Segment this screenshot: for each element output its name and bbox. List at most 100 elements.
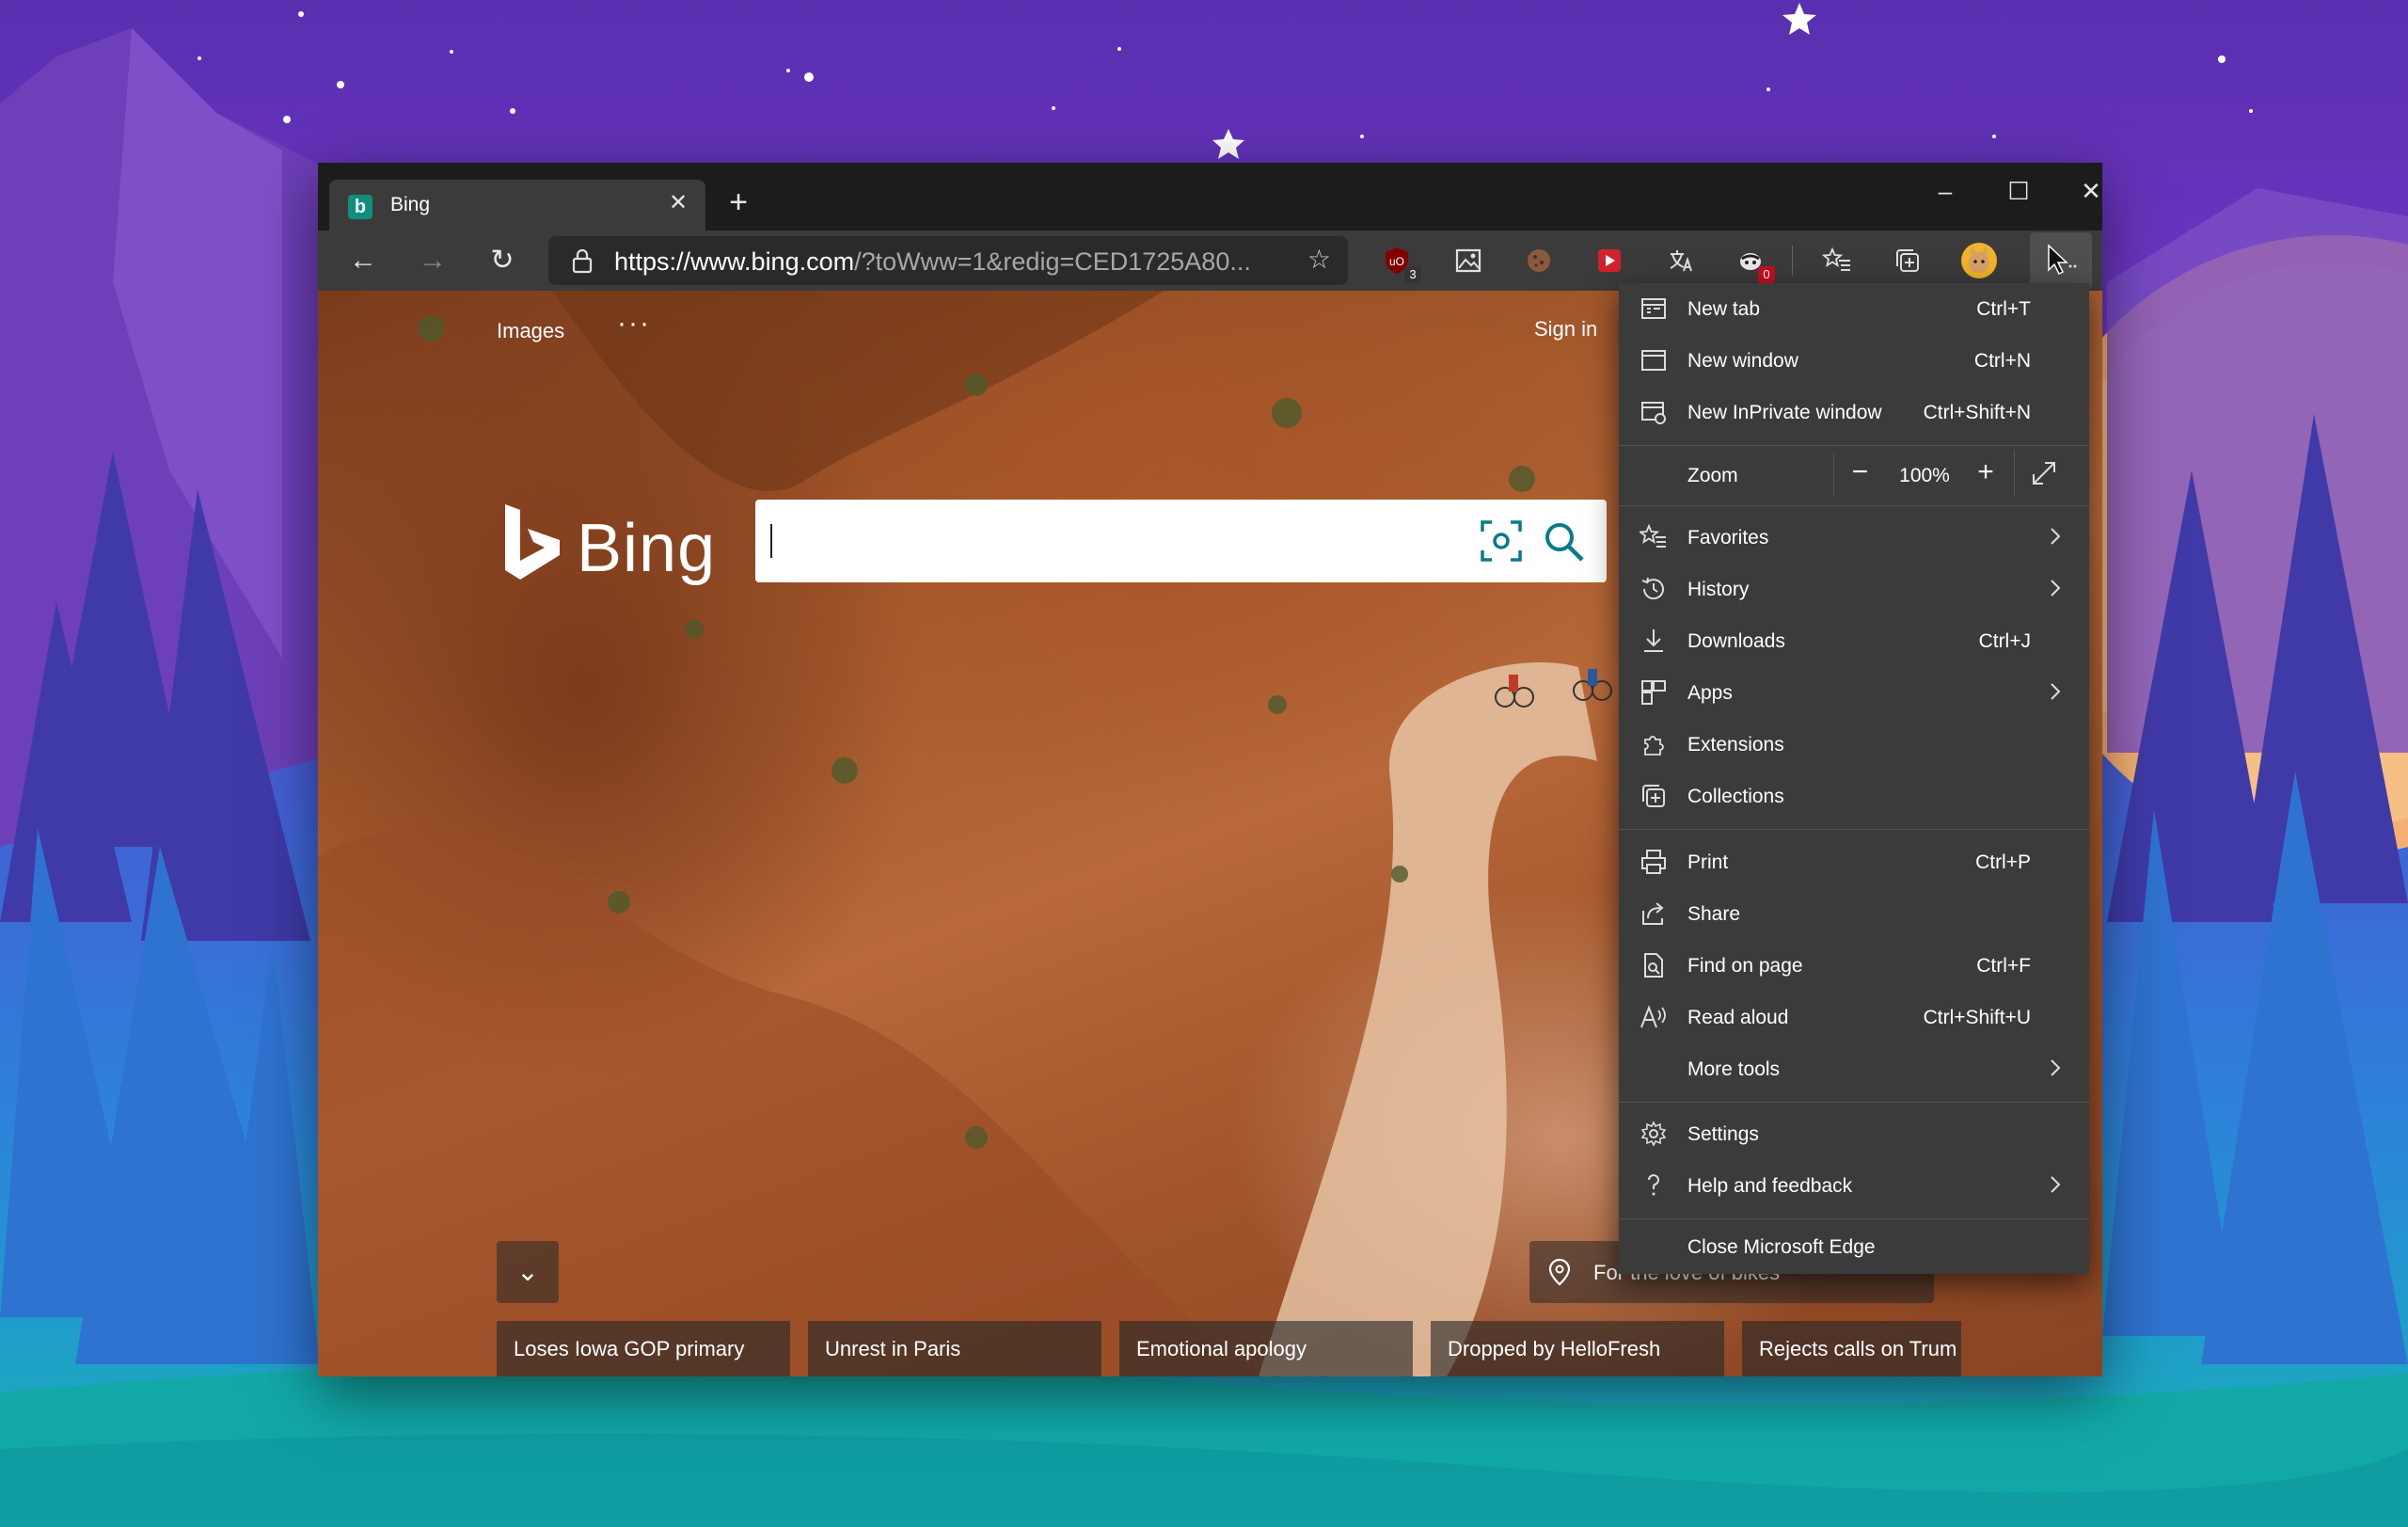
cookie-icon[interactable] bbox=[1520, 242, 1558, 279]
address-bar[interactable]: https://www.bing.com/?toWww=1&redig=CED1… bbox=[548, 236, 1348, 285]
menu-label: Settings bbox=[1687, 1123, 1759, 1145]
profile-avatar[interactable] bbox=[1960, 242, 1998, 279]
fullscreen-button[interactable] bbox=[2014, 450, 2070, 497]
zoom-out-button[interactable]: − bbox=[1833, 453, 1886, 495]
ublock-origin-icon[interactable]: uO 3 bbox=[1378, 242, 1421, 283]
menu-label: Share bbox=[1687, 903, 1741, 925]
menu-shortcut: Ctrl+F bbox=[1976, 955, 2031, 977]
read-aloud-icon bbox=[1640, 1005, 1666, 1028]
forward-icon[interactable]: → bbox=[410, 238, 455, 283]
menu-shortcut: Ctrl+T bbox=[1976, 298, 2031, 320]
chevron-right-icon bbox=[2051, 580, 2061, 596]
settings-menu: New tab Ctrl+T New window Ctrl+N New InP… bbox=[1619, 283, 2089, 1274]
refresh-icon[interactable]: ↻ bbox=[480, 238, 525, 283]
menu-item-apps[interactable]: Apps bbox=[1619, 667, 2089, 719]
toolbar-divider bbox=[1792, 246, 1793, 276]
zoom-level: 100% bbox=[1899, 465, 1950, 486]
find-on-page-icon bbox=[1644, 953, 1663, 978]
tab-close-icon[interactable]: ✕ bbox=[664, 189, 692, 217]
bing-favicon-icon: b bbox=[348, 195, 372, 219]
privacy-badger-icon[interactable]: 0 bbox=[1732, 242, 1775, 283]
menu-label: New InPrivate window bbox=[1687, 402, 1882, 423]
back-icon[interactable]: ← bbox=[341, 238, 386, 283]
menu-label: More tools bbox=[1687, 1058, 1781, 1080]
location-pin-icon bbox=[1548, 1258, 1571, 1286]
nav-more-icon[interactable]: ··· bbox=[617, 308, 651, 340]
menu-label: Apps bbox=[1687, 682, 1733, 704]
new-tab-button[interactable]: + bbox=[718, 183, 759, 225]
title-bar: b Bing ✕ + – ☐ ✕ bbox=[318, 163, 2102, 231]
lock-icon bbox=[572, 248, 593, 274]
extensions-icon bbox=[1644, 736, 1664, 756]
menu-label: Help and feedback bbox=[1687, 1175, 1853, 1197]
menu-label: Extensions bbox=[1687, 734, 1784, 756]
bing-b-logo-icon bbox=[505, 504, 560, 580]
menu-label: Print bbox=[1687, 851, 1729, 873]
nav-images-link[interactable]: Images bbox=[497, 319, 564, 343]
menu-item-find-on-page[interactable]: Find on page Ctrl+F bbox=[1619, 940, 2089, 992]
menu-item-close-edge[interactable]: Close Microsoft Edge bbox=[1619, 1221, 2089, 1273]
text-caret bbox=[770, 524, 772, 558]
chevron-down-icon: ⌄ bbox=[516, 1257, 539, 1286]
close-window-icon[interactable]: ✕ bbox=[2063, 172, 2102, 210]
menu-item-new-window[interactable]: New window Ctrl+N bbox=[1619, 335, 2089, 387]
red-play-icon[interactable] bbox=[1591, 242, 1628, 279]
menu-divider bbox=[1619, 505, 2089, 506]
menu-item-help-feedback[interactable]: Help and feedback bbox=[1619, 1160, 2089, 1212]
news-item[interactable]: Loses Iowa GOP primary bbox=[497, 1321, 790, 1376]
url-text: https://www.bing.com/?toWww=1&redig=CED1… bbox=[614, 247, 1251, 277]
help-icon bbox=[1648, 1174, 1659, 1196]
menu-item-share[interactable]: Share bbox=[1619, 888, 2089, 940]
menu-item-new-inprivate[interactable]: New InPrivate window Ctrl+Shift+N bbox=[1619, 387, 2089, 438]
collections-icon[interactable] bbox=[1889, 242, 1926, 279]
sign-in-link[interactable]: Sign in bbox=[1534, 317, 1597, 342]
url-host: https://www.bing.com bbox=[614, 247, 855, 276]
tab-bing[interactable]: b Bing ✕ bbox=[329, 180, 705, 231]
svg-text:uO: uO bbox=[1389, 255, 1404, 268]
menu-item-print[interactable]: Print Ctrl+P bbox=[1619, 836, 2089, 888]
minimize-icon[interactable]: – bbox=[1917, 172, 1973, 210]
menu-label: History bbox=[1687, 579, 1750, 600]
menu-item-history[interactable]: History bbox=[1619, 564, 2089, 615]
favorite-star-icon[interactable]: ☆ bbox=[1307, 244, 1331, 275]
news-item[interactable]: Emotional apology bbox=[1119, 1321, 1413, 1376]
menu-item-read-aloud[interactable]: Read aloud Ctrl+Shift+U bbox=[1619, 992, 2089, 1043]
ublock-badge: 3 bbox=[1404, 266, 1421, 283]
menu-item-collections[interactable]: Collections bbox=[1619, 771, 2089, 822]
image-tool-icon[interactable] bbox=[1450, 242, 1487, 279]
menu-item-more-tools[interactable]: More tools bbox=[1619, 1043, 2089, 1095]
favorites-icon bbox=[1640, 523, 1666, 548]
news-item[interactable]: Unrest in Paris bbox=[808, 1321, 1101, 1376]
news-item[interactable]: Rejects calls on Trum bbox=[1742, 1321, 1961, 1376]
menu-item-settings[interactable]: Settings bbox=[1619, 1108, 2089, 1160]
search-icon[interactable] bbox=[1541, 518, 1586, 564]
settings-and-more-button[interactable] bbox=[2030, 232, 2092, 289]
zoom-in-button[interactable]: + bbox=[1959, 453, 2012, 495]
browser-window: b Bing ✕ + – ☐ ✕ ← → ↻ https://www.bing.… bbox=[318, 163, 2102, 1376]
fullscreen-icon bbox=[2033, 462, 2055, 485]
bing-wordmark: Bing bbox=[577, 511, 717, 586]
menu-divider bbox=[1619, 829, 2089, 830]
menu-divider bbox=[1619, 1102, 2089, 1103]
stars bbox=[198, 3, 2253, 159]
menu-item-new-tab[interactable]: New tab Ctrl+T bbox=[1619, 283, 2089, 335]
inprivate-window-icon bbox=[1641, 402, 1666, 424]
scroll-down-button[interactable]: ⌄ bbox=[497, 1241, 559, 1303]
menu-label: Read aloud bbox=[1687, 1007, 1789, 1028]
visual-search-icon[interactable] bbox=[1479, 518, 1524, 564]
translate-icon[interactable] bbox=[1662, 242, 1700, 279]
chevron-right-icon bbox=[2051, 1176, 2061, 1193]
chevron-right-icon bbox=[2051, 528, 2061, 545]
menu-item-extensions[interactable]: Extensions bbox=[1619, 719, 2089, 771]
search-input[interactable] bbox=[755, 500, 1607, 582]
menu-item-downloads[interactable]: Downloads Ctrl+J bbox=[1619, 615, 2089, 667]
news-item[interactable]: Dropped by HelloFresh bbox=[1431, 1321, 1724, 1376]
toolbar: ← → ↻ https://www.bing.com/?toWww=1&redi… bbox=[318, 231, 2102, 291]
maximize-icon[interactable]: ☐ bbox=[1990, 172, 2047, 210]
favorites-hub-icon[interactable] bbox=[1818, 242, 1856, 279]
menu-label: Collections bbox=[1687, 786, 1784, 807]
print-icon bbox=[1641, 850, 1666, 874]
menu-item-favorites[interactable]: Favorites bbox=[1619, 512, 2089, 564]
menu-shortcut: Ctrl+P bbox=[1975, 851, 2031, 873]
tab-title: Bing bbox=[390, 194, 431, 215]
